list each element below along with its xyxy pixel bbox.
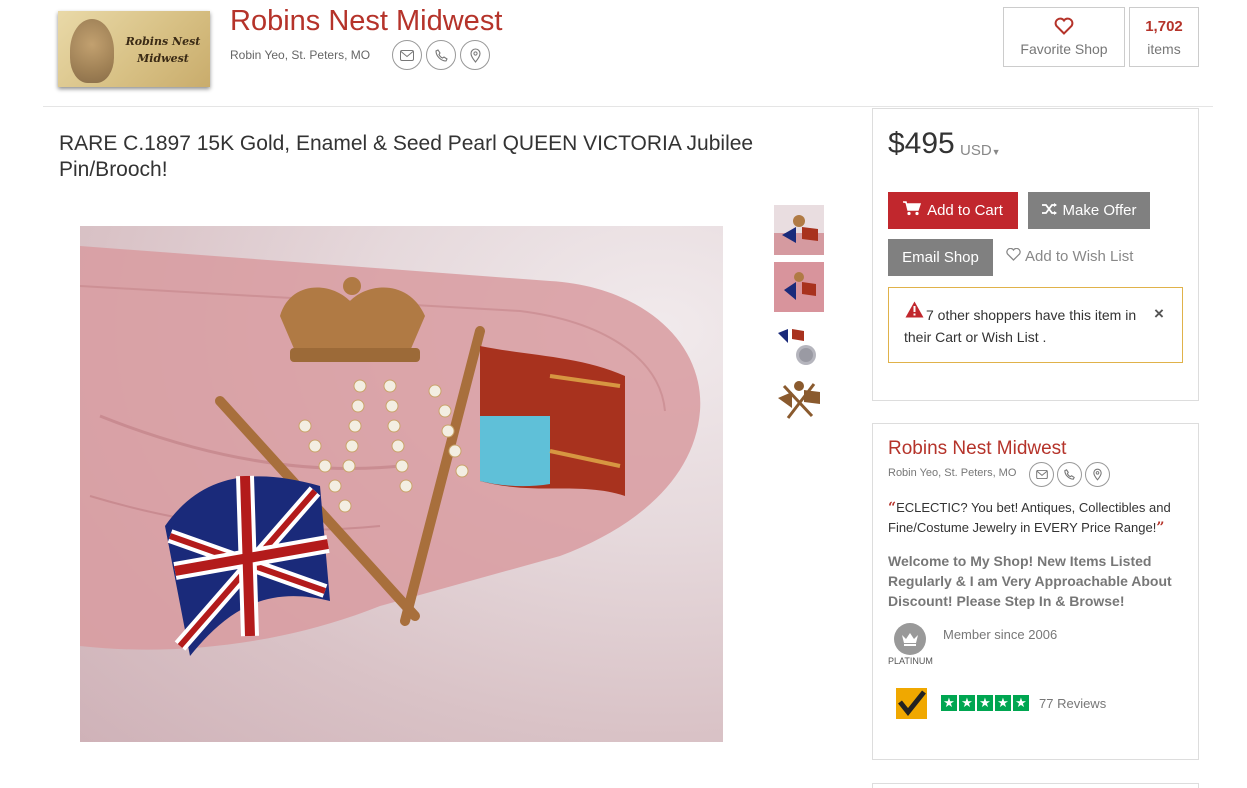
cart-icon xyxy=(903,201,922,220)
shop-welcome-message: Welcome to My Shop! New Items Listed Reg… xyxy=(888,553,1172,609)
product-thumbnail[interactable] xyxy=(774,205,824,255)
next-panel-edge xyxy=(872,783,1199,788)
shopper-alert: 7 other shoppers have this item in their… xyxy=(888,287,1183,363)
phone-icon[interactable] xyxy=(1057,462,1082,487)
product-thumbnail[interactable] xyxy=(774,319,824,369)
favorite-shop-label: Favorite Shop xyxy=(1020,41,1108,57)
shop-tagline: “ECLECTIC? You bet! Antiques, Collectibl… xyxy=(888,498,1188,538)
wish-list-label: Add to Wish List xyxy=(1025,248,1134,265)
star-icon: ★ xyxy=(959,695,975,711)
crown-icon xyxy=(894,623,926,655)
quote-close-icon: ” xyxy=(1156,520,1165,536)
quote-open-icon: “ xyxy=(888,500,897,516)
price: $495 xyxy=(888,127,955,160)
shop-logo[interactable]: Robins Nest Midwest xyxy=(58,11,210,87)
logo-text: Robins Nest Midwest xyxy=(125,35,201,65)
heart-icon xyxy=(1054,17,1074,40)
close-icon[interactable]: × xyxy=(1154,304,1164,324)
main-product-image[interactable] xyxy=(80,226,723,742)
review-check-icon xyxy=(896,688,927,719)
add-to-cart-button[interactable]: Add to Cart xyxy=(888,192,1018,229)
alert-text: 7 other shoppers have this item in their… xyxy=(904,307,1137,345)
items-count-button[interactable]: 1,702 items xyxy=(1129,7,1199,67)
location-pin-icon[interactable] xyxy=(1085,462,1110,487)
star-icon: ★ xyxy=(1013,695,1029,711)
star-icon: ★ xyxy=(995,695,1011,711)
product-title: RARE C.1897 15K Gold, Enamel & Seed Pear… xyxy=(59,132,754,181)
add-to-cart-label: Add to Cart xyxy=(927,202,1003,219)
header-divider xyxy=(43,106,1213,107)
email-shop-button[interactable]: Email Shop xyxy=(888,239,993,276)
shop-card-owner-location: Robin Yeo, St. Peters, MO xyxy=(888,467,1017,479)
star-icon: ★ xyxy=(977,695,993,711)
email-icon[interactable] xyxy=(1029,462,1054,487)
phone-icon[interactable] xyxy=(426,40,456,70)
product-thumbnail[interactable] xyxy=(774,376,824,426)
tier-badge-label: PLATINUM xyxy=(888,656,933,666)
shuffle-icon xyxy=(1041,202,1057,219)
location-pin-icon[interactable] xyxy=(460,40,490,70)
currency-label: USD xyxy=(960,142,992,159)
currency-selector[interactable]: USD▼ xyxy=(960,142,1001,159)
tagline-text: ECLECTIC? You bet! Antiques, Collectible… xyxy=(888,500,1171,535)
heart-outline-icon xyxy=(1006,247,1021,265)
email-icon[interactable] xyxy=(392,40,422,70)
star-icon: ★ xyxy=(941,695,957,711)
items-label: items xyxy=(1147,41,1181,57)
shop-owner-location: Robin Yeo, St. Peters, MO xyxy=(230,48,371,62)
logo-portrait xyxy=(70,19,114,83)
rating-stars[interactable]: ★ ★ ★ ★ ★ xyxy=(941,695,1029,711)
add-to-wish-list-link[interactable]: Add to Wish List xyxy=(1006,247,1134,265)
items-count: 1,702 xyxy=(1145,18,1183,35)
product-thumbnail[interactable] xyxy=(774,262,824,312)
make-offer-label: Make Offer xyxy=(1062,202,1137,219)
make-offer-button[interactable]: Make Offer xyxy=(1028,192,1150,229)
member-since: Member since 2006 xyxy=(943,627,1058,642)
reviews-link[interactable]: 77 Reviews xyxy=(1039,696,1106,711)
shop-title[interactable]: Robins Nest Midwest xyxy=(230,5,502,38)
shop-card-name[interactable]: Robins Nest Midwest xyxy=(888,438,1066,460)
favorite-shop-button[interactable]: Favorite Shop xyxy=(1003,7,1125,67)
caret-down-icon: ▼ xyxy=(991,147,1001,157)
